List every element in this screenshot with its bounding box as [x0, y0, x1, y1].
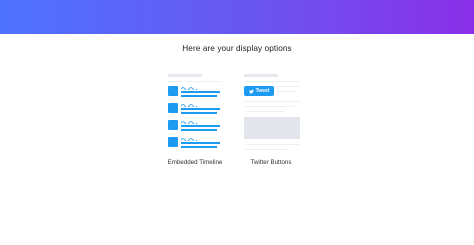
timeline-illustration-icon	[166, 72, 224, 154]
page-heading: Here are your display options	[182, 44, 292, 53]
option-embedded-timeline[interactable]: Embedded Timeline	[166, 72, 224, 170]
option-twitter-buttons[interactable]: Tweet Twitter Buttons	[242, 72, 300, 170]
header-banner	[0, 0, 474, 34]
tweet-button: Tweet	[244, 86, 274, 96]
option-label-twitter-buttons: Twitter Buttons	[250, 159, 292, 166]
embedded-media-placeholder	[244, 117, 300, 139]
bird-icon	[248, 89, 254, 93]
buttons-illustration-icon: Tweet	[242, 72, 300, 154]
tweet-button-label: Tweet	[255, 88, 270, 94]
